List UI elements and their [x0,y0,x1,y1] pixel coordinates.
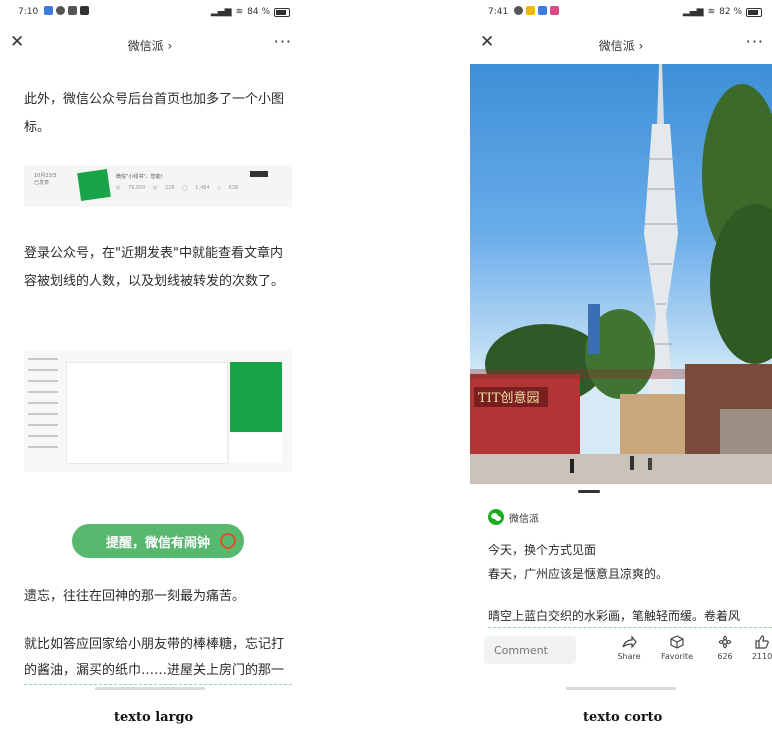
home-indicator[interactable] [95,687,205,690]
wifi-icon: ≋ [707,7,716,17]
backend-screenshot-detail [24,350,292,472]
article-paragraph: 遗忘，往往在回神的那一刻最为痛苦。 [24,589,246,604]
status-bar: 7:41 ▂▄▆ ≋ 82 % [470,0,772,24]
remind-button[interactable]: 提醒，微信有闹钟 [72,524,244,558]
signal-icon: ▂▄▆ [682,7,704,17]
nav-bar: ✕ 微信派 › ··· [470,30,772,60]
backend-screenshot-header: 10月23日 已发表 微信"小绿书"，您能！ ◎ 79,900 ◎ 228 ◯ … [24,165,292,207]
nav-bar: ✕ 微信派 › ··· [0,30,300,60]
app-notification-icon [538,6,547,15]
favorite-button[interactable]: Favorite [654,632,700,661]
wechat-icon [488,509,504,525]
phone-long-text: 7:10 ▂▄▆ ≋ 84 % ✕ 微信派 › ··· 此外，微信公众号后台首页… [0,0,300,700]
app-notification-icon [526,6,535,15]
article-photo[interactable]: TIT创意园 [470,64,772,484]
caption-right: texto corto [583,710,663,725]
more-icon[interactable]: ··· [274,32,292,51]
author-row[interactable]: 微信派 [488,509,539,525]
svg-text:TIT创意园: TIT创意园 [478,390,539,406]
phone-short-text: 7:41 ▂▄▆ ≋ 82 % ✕ 微信派 › ··· TIT创意园 微信派 今… [470,0,772,700]
sidebar-lines [28,358,58,457]
app-notification-icon [44,6,53,15]
app-notification-icon [80,6,89,15]
battery-text: 82 % [719,7,742,17]
thumbs-up-icon [755,635,769,649]
status-time: 7:10 [18,7,39,17]
article-paragraph: 登录公众号，在"近期发表"中就能查看文章内容被划线的人数，以及划线被转发的次数了… [24,246,285,289]
alarm-clock-icon [220,533,236,549]
share-icon [622,635,637,649]
battery-icon [274,7,290,17]
app-notification-icon [68,6,77,15]
article-title-small: 微信"小绿书"，您能！ [116,174,166,180]
app-notification-icon [514,6,523,15]
author-name: 微信派 [509,513,539,525]
notification-icons [44,6,89,15]
bottom-toolbar: Share Favorite 626 2110 [470,628,772,690]
flower-icon [718,635,732,649]
highlighted-line[interactable]: 晴空上蓝白交织的水彩画，笔触轻而缓。卷着风 [488,605,772,628]
article-thumbnail [77,169,111,201]
notification-icons [514,6,559,15]
comment-input[interactable] [484,636,576,664]
thumbs-up-button[interactable]: 2110 [742,632,772,661]
app-notification-icon [56,6,65,15]
status-right: ▂▄▆ ≋ 84 % [211,7,290,17]
cover-caption-box [230,434,282,462]
canton-tower-illustration: TIT创意园 [470,64,772,484]
cube-icon [670,635,684,649]
share-button[interactable]: Share [606,632,652,661]
green-cover-image [230,362,282,432]
home-indicator[interactable] [566,687,676,690]
status-right: ▂▄▆ ≋ 82 % [683,7,762,17]
status-bar: 7:10 ▂▄▆ ≋ 84 % [0,0,300,24]
battery-icon [746,7,762,17]
caption-left: texto largo [114,710,194,725]
new-badge [250,171,268,177]
signal-icon: ▂▄▆ [210,7,232,17]
highlighted-paragraph[interactable]: 就比如答应回家给小朋友带的棒棒糖，忘记打的酱油，漏买的纸巾……进屋关上房门的那一 [24,632,292,685]
account-title[interactable]: 微信派 › [0,37,300,54]
wifi-icon: ≋ [235,7,244,17]
publish-date: 10月23日 已发表 [34,173,57,186]
image-swipe-handle[interactable] [578,490,600,493]
content-panel [66,362,228,464]
app-notification-icon [550,6,559,15]
account-title[interactable]: 微信派 › [470,37,772,54]
article-paragraph: 此外，微信公众号后台首页也加多了一个小图标。 [24,92,285,135]
article-stats: ◎ 79,900 ◎ 228 ◯ 1,464 ◇ 638 [116,185,239,191]
battery-text: 84 % [247,7,270,17]
post-line: 今天，换个方式见面 [488,543,597,557]
post-line: 春天，广州应该是惬意且凉爽的。 [488,567,669,581]
more-icon[interactable]: ··· [746,32,764,51]
status-time: 7:41 [488,7,509,17]
